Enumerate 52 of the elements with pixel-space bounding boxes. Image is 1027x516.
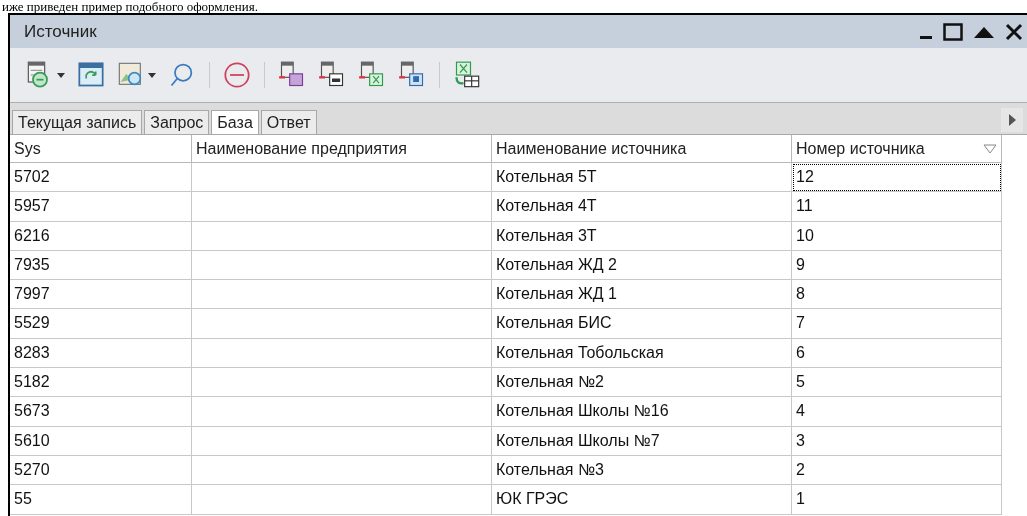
table-cell: 7935 xyxy=(10,250,192,281)
table-cell: ЮК ГРЭС xyxy=(492,485,792,515)
table-cell: 6216 xyxy=(10,221,192,251)
sort-icon[interactable] xyxy=(983,143,997,154)
maximize-icon[interactable] xyxy=(943,22,963,41)
table-cell: 6 xyxy=(792,338,1002,369)
table-cell: 5270 xyxy=(10,455,192,486)
column-header[interactable]: Номер источника xyxy=(792,135,1002,163)
table-cell: 8283 xyxy=(10,338,192,369)
table-cell: 5182 xyxy=(10,368,192,398)
table-cell: Котельная 3Т xyxy=(492,221,792,251)
tab[interactable]: Ответ xyxy=(260,110,317,134)
dropdown-caret-icon[interactable] xyxy=(57,72,65,78)
column-header[interactable]: Sys xyxy=(10,135,192,163)
table-cell: 8 xyxy=(792,280,1002,310)
document-text: иже приведен пример подобного оформления. xyxy=(2,0,258,13)
table-cell: Котельная Школы №7 xyxy=(492,426,792,456)
dropdown-caret-icon[interactable] xyxy=(148,72,156,78)
table-cell: Котельная Школы №16 xyxy=(492,397,792,427)
table-cell: Котельная 4Т xyxy=(492,192,792,222)
close-icon[interactable] xyxy=(1005,22,1023,41)
table-cell: Котельная 5Т xyxy=(492,163,792,193)
scroll-right-icon[interactable] xyxy=(1001,108,1023,132)
column-header[interactable]: Наименование предприятия xyxy=(192,135,492,163)
table-cell: 5 xyxy=(792,368,1002,398)
tab[interactable]: Запрос xyxy=(144,110,210,134)
table-cell: 10 xyxy=(792,221,1002,251)
table-cell: Котельная №2 xyxy=(492,368,792,398)
table-cell: Котельная ЖД 1 xyxy=(492,280,792,310)
table-cell: 3 xyxy=(792,426,1002,456)
table-cell: 5673 xyxy=(10,397,192,427)
table-cell: 5957 xyxy=(10,192,192,222)
table-cell: 7997 xyxy=(10,280,192,310)
table-cell: 12 xyxy=(792,163,1002,193)
tab[interactable]: База xyxy=(211,110,259,134)
table-cell: 5529 xyxy=(10,309,192,339)
table-cell: 11 xyxy=(792,192,1002,222)
table-cell: 7 xyxy=(792,309,1002,339)
table-cell: 2 xyxy=(792,455,1002,486)
table-cell: 1 xyxy=(792,485,1002,515)
column-header[interactable]: Наименование источника xyxy=(492,135,792,163)
table-cell: 9 xyxy=(792,250,1002,281)
table-cell: Котельная БИС xyxy=(492,309,792,339)
table-cell: 55 xyxy=(10,485,192,515)
table-cell: 5610 xyxy=(10,426,192,456)
window-title: Источник xyxy=(24,20,98,43)
tab[interactable]: Текущая запись xyxy=(12,110,143,134)
table-cell: Котельная №3 xyxy=(492,455,792,486)
table-cell: 5702 xyxy=(10,163,192,193)
table-cell: Котельная ЖД 2 xyxy=(492,250,792,281)
table-cell: Котельная Тобольская xyxy=(492,338,792,369)
table-cell: 4 xyxy=(792,397,1002,427)
